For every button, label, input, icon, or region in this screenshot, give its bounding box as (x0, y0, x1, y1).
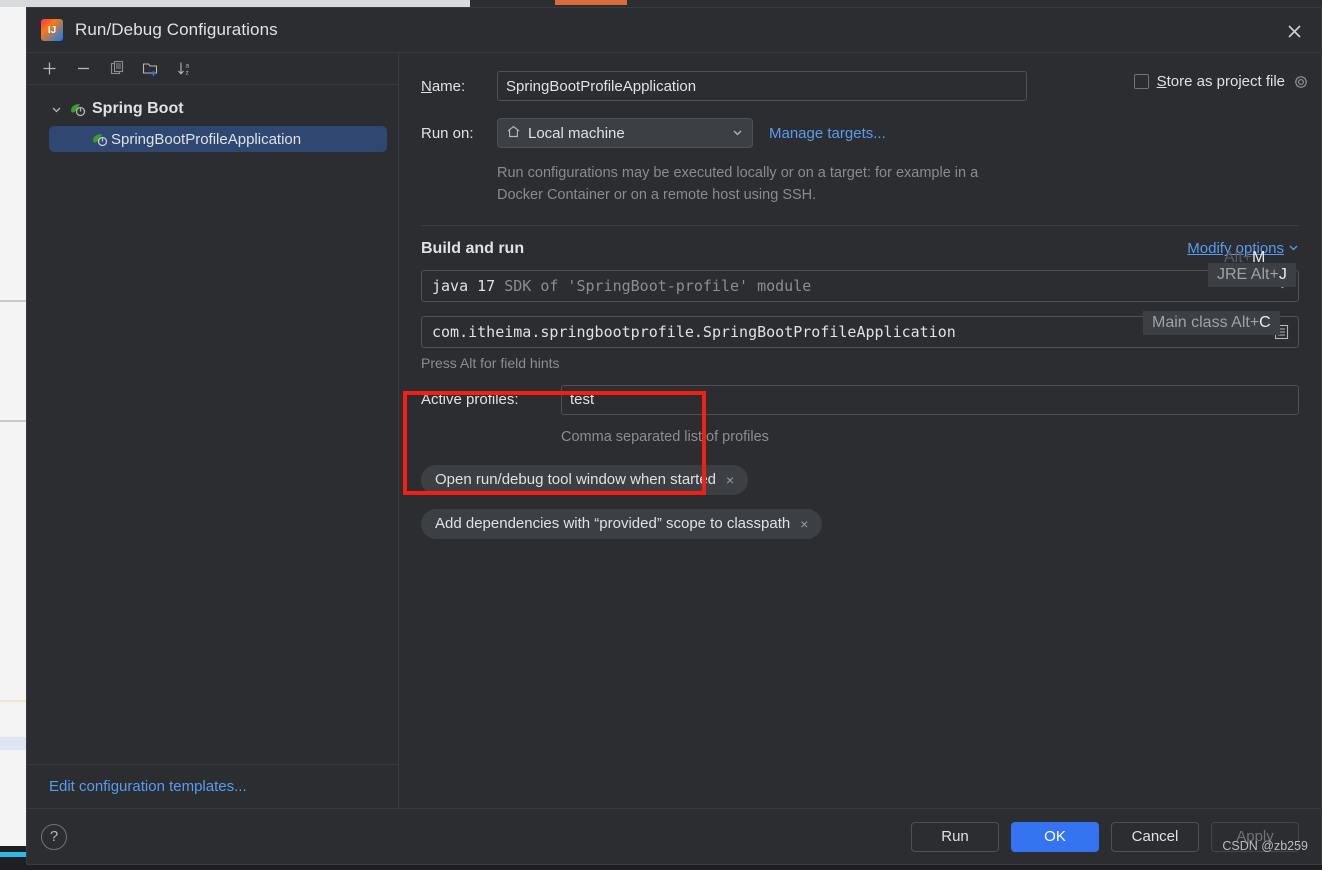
close-icon[interactable] (1277, 14, 1311, 48)
background-top-bar (0, 0, 470, 7)
tree-group-spring-boot[interactable]: Spring Boot (27, 95, 398, 123)
chip-wrapper: Open run/debug tool window when started … (421, 464, 1299, 509)
run-button[interactable]: Run (911, 821, 999, 852)
alt-hint-text: Main class Alt+ (1152, 314, 1260, 331)
background-stripe (0, 420, 26, 422)
store-as-project-file-group: Store as project file (1133, 73, 1309, 90)
copy-configuration-icon[interactable] (105, 57, 129, 81)
name-label: Name: (421, 78, 497, 95)
active-profiles-row: Active profiles: test (421, 384, 1299, 415)
configurations-sidebar: a z Spring Boot SpringBootProfileApplica… (27, 53, 399, 808)
dialog-footer: ? Run OK Cancel Apply (27, 808, 1321, 864)
run-on-helper-text: Run configurations may be executed local… (497, 165, 979, 204)
background-stripe (0, 300, 26, 302)
close-icon[interactable]: × (800, 516, 808, 532)
svg-text:z: z (186, 70, 189, 77)
configuration-form: Name: SpringBootProfileApplication Store… (399, 53, 1321, 808)
background-stripe (0, 737, 26, 750)
manage-targets-link[interactable]: Manage targets... (769, 125, 886, 142)
run-on-label: Run on: (421, 124, 474, 142)
intellij-idea-logo-icon (41, 19, 63, 41)
spring-boot-icon (91, 131, 108, 148)
sidebar-footer: Edit configuration templates... (27, 764, 398, 808)
alt-hint-main-class: Main class Alt+C (1143, 311, 1280, 335)
chip-label: Open run/debug tool window when started (435, 471, 717, 489)
svg-text:a: a (186, 63, 190, 70)
option-chips: Open run/debug tool window when started … (421, 464, 1299, 553)
run-debug-configurations-dialog: Run/Debug Configurations (26, 7, 1322, 865)
background-stripe (0, 700, 26, 702)
tree-item-spring-boot-profile-application[interactable]: SpringBootProfileApplication (49, 126, 387, 152)
add-configuration-button[interactable] (37, 57, 61, 81)
screenshot-root: ⋮ g g e t 2023-09-23T10:20:13.554+08:00 … (0, 0, 1322, 870)
cancel-button[interactable]: Cancel (1111, 821, 1199, 852)
remove-configuration-button[interactable] (71, 57, 95, 81)
gear-icon[interactable] (1293, 74, 1309, 90)
run-on-target-value: Local machine (528, 124, 625, 142)
alt-hint-text: JRE Alt+ (1217, 266, 1279, 283)
dialog-title: Run/Debug Configurations (75, 20, 278, 39)
active-profiles-label: Active profiles: (421, 391, 519, 409)
edit-configuration-templates-link[interactable]: Edit configuration templates... (49, 778, 247, 795)
active-profiles-hint: Comma separated list of profiles (561, 428, 769, 445)
sidebar-toolbar: a z (27, 53, 398, 85)
run-on-target-select[interactable]: Local machine (497, 118, 753, 148)
name-input[interactable]: SpringBootProfileApplication (497, 71, 1027, 101)
tree-group-label: Spring Boot (92, 100, 184, 117)
store-as-project-file-label[interactable]: Store as project file (1157, 73, 1285, 90)
background-editor-left (0, 0, 26, 858)
chevron-down-icon[interactable] (732, 125, 743, 142)
background-tab-highlight (555, 0, 627, 5)
chip-open-run-debug-tool-window[interactable]: Open run/debug tool window when started … (421, 464, 749, 495)
configurations-tree: Spring Boot SpringBootProfileApplication (27, 85, 398, 764)
active-profiles-input[interactable]: test (561, 384, 1299, 415)
close-icon[interactable]: × (726, 472, 734, 488)
name-label-mnemonic: N (421, 77, 432, 95)
press-alt-hint: Press Alt for field hints (421, 354, 560, 371)
main-class-value: com.itheima.springbootprofile.SpringBoot… (432, 322, 956, 341)
store-label-rest: tore as project file (1166, 73, 1285, 90)
chip-label: Add dependencies with “provided” scope t… (435, 515, 791, 533)
sdk-version: java 17 (432, 276, 496, 295)
chip-add-provided-dependencies[interactable]: Add dependencies with “provided” scope t… (421, 508, 823, 539)
sdk-select[interactable]: java 17 SDK of 'SpringBoot-profile' modu… (421, 269, 1299, 302)
store-as-project-file-checkbox[interactable] (1133, 74, 1149, 89)
alt-hint-key: J (1278, 266, 1287, 283)
chevron-down-icon[interactable] (49, 104, 63, 115)
sdk-description: SDK of 'SpringBoot-profile' module (504, 276, 812, 295)
build-and-run-title: Build and run (421, 239, 525, 257)
tree-item-label: SpringBootProfileApplication (111, 130, 302, 148)
alt-hint-jre: JRE Alt+J (1208, 263, 1296, 287)
chip-wrapper: Add dependencies with “provided” scope t… (421, 508, 1299, 553)
ok-button[interactable]: OK (1011, 821, 1099, 852)
spring-boot-icon (69, 101, 86, 118)
home-icon (506, 124, 521, 143)
section-divider (421, 224, 1299, 226)
alt-hint-key: C (1259, 314, 1271, 331)
chevron-down-icon[interactable] (1288, 240, 1299, 258)
sort-az-icon[interactable]: a z (173, 57, 197, 81)
dialog-body: a z Spring Boot SpringBootProfileApplica… (27, 53, 1321, 808)
new-folder-icon[interactable] (139, 57, 163, 81)
dialog-titlebar: Run/Debug Configurations (27, 8, 1321, 53)
store-label-mnemonic: S (1156, 73, 1167, 90)
name-label-rest: ame: (431, 77, 466, 95)
watermark: CSDN @zb259 (1222, 839, 1308, 853)
build-and-run-header: Build and run Modify options (421, 240, 1299, 258)
run-on-row: Run on: Local machine Manage targets... (421, 118, 1299, 148)
help-button[interactable]: ? (41, 823, 67, 850)
